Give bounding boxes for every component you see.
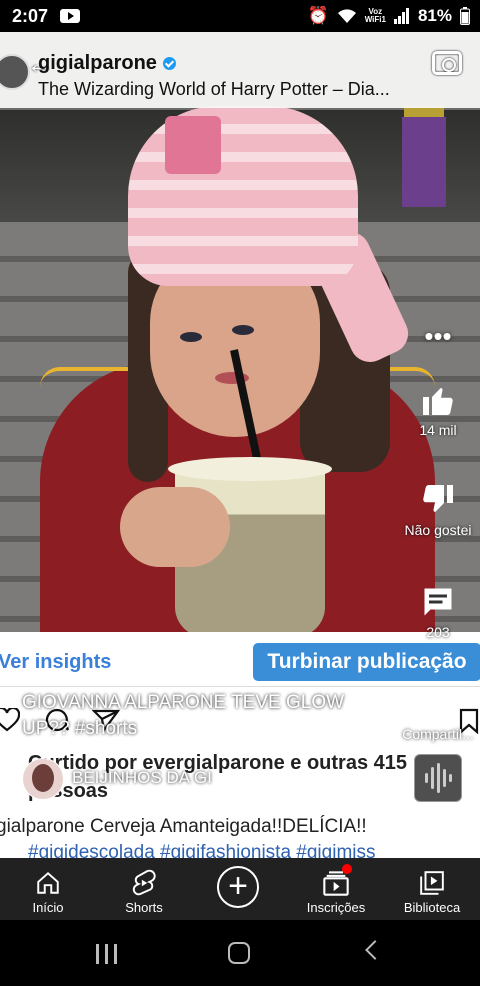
notification-dot: [342, 864, 352, 874]
signal-icon: [393, 8, 409, 24]
comment-icon: [424, 588, 452, 616]
verified-icon: [162, 57, 176, 70]
nav-home-label: Início: [32, 900, 64, 915]
nav-subscriptions-label: Inscrições: [306, 900, 366, 915]
ig-username: gigialparone: [38, 52, 176, 75]
shorts-icon: [132, 869, 156, 896]
pink-beanie: [128, 106, 358, 286]
sound-icon[interactable]: [414, 754, 462, 802]
dislike-label: Não gostei: [404, 522, 472, 538]
dislike-icon: [423, 485, 453, 512]
cup-lid: [168, 457, 332, 481]
dislike-button[interactable]: Não gostei: [396, 482, 480, 538]
ig-location: The Wizarding World of Harry Potter – Di…: [38, 79, 390, 99]
comment-count: 203: [426, 624, 450, 640]
hat-patch: [165, 116, 221, 174]
eye-right: [232, 325, 254, 335]
system-navigation-bar: [0, 920, 480, 986]
more-options-button[interactable]: •••: [396, 318, 480, 358]
share-label: Compartil...: [402, 726, 474, 742]
ig-post-header: ← gigialparone The Wizarding World of Ha…: [0, 32, 480, 108]
camera-icon[interactable]: [432, 51, 462, 75]
heart-icon: [0, 708, 20, 732]
nav-library[interactable]: Biblioteca: [384, 858, 480, 920]
status-icons: ⏰ Voz WiFi1 81%: [308, 6, 470, 26]
hand: [120, 487, 230, 567]
more-vert-icon: •••: [424, 321, 452, 351]
nav-shorts-label: Shorts: [125, 900, 163, 915]
share-icon: [423, 692, 453, 718]
nav-library-label: Biblioteca: [403, 900, 461, 915]
ig-post-footer: Ver insights Turbinar publicação Curtido…: [0, 632, 480, 858]
like-count: 14 mil: [419, 422, 457, 438]
network-type: Voz WiFi1: [364, 7, 386, 24]
comments-button[interactable]: 203: [396, 584, 480, 640]
ig-hashtags: #gigidescolada #gigifashionista #gigimis…: [28, 842, 376, 858]
battery-icon: [460, 7, 470, 25]
create-icon[interactable]: +: [217, 866, 259, 908]
eye-left: [180, 332, 202, 342]
nav-shorts[interactable]: Shorts: [96, 858, 192, 920]
home-button[interactable]: [228, 942, 250, 964]
short-title[interactable]: GIOVANNA ALPARONE TEVE GLOW UP?? #shorts: [22, 690, 382, 742]
recent-apps-button[interactable]: [96, 944, 117, 964]
battery-level: 81%: [417, 6, 452, 25]
nav-subscriptions[interactable]: Inscrições: [288, 858, 384, 920]
background-pillar: [402, 117, 446, 207]
back-button[interactable]: [365, 940, 385, 960]
wifi-icon: [337, 9, 356, 23]
bottom-navigation: Início Shorts + Inscrições Biblioteca: [0, 858, 480, 920]
ig-insights-link: Ver insights: [0, 651, 112, 673]
status-bar: 2:07 ⏰ Voz WiFi1 81%: [0, 0, 480, 32]
home-icon: [37, 871, 59, 894]
alarm-icon: ⏰: [307, 6, 329, 25]
channel-name[interactable]: BEIJINHOS DA GI: [72, 768, 212, 788]
ig-caption: gialparone Cerveja Amanteigada!!DELÍCIA!…: [0, 816, 367, 837]
channel-avatar[interactable]: [22, 758, 64, 800]
youtube-icon: [60, 9, 80, 23]
nav-home[interactable]: Início: [0, 858, 96, 920]
clock: 2:07: [12, 6, 49, 26]
ig-boost-button: Turbinar publicação: [253, 643, 480, 681]
library-icon: [420, 871, 444, 895]
like-icon: [423, 388, 453, 415]
share-button[interactable]: Compartil...: [396, 686, 480, 742]
like-button[interactable]: 14 mil: [396, 382, 480, 438]
